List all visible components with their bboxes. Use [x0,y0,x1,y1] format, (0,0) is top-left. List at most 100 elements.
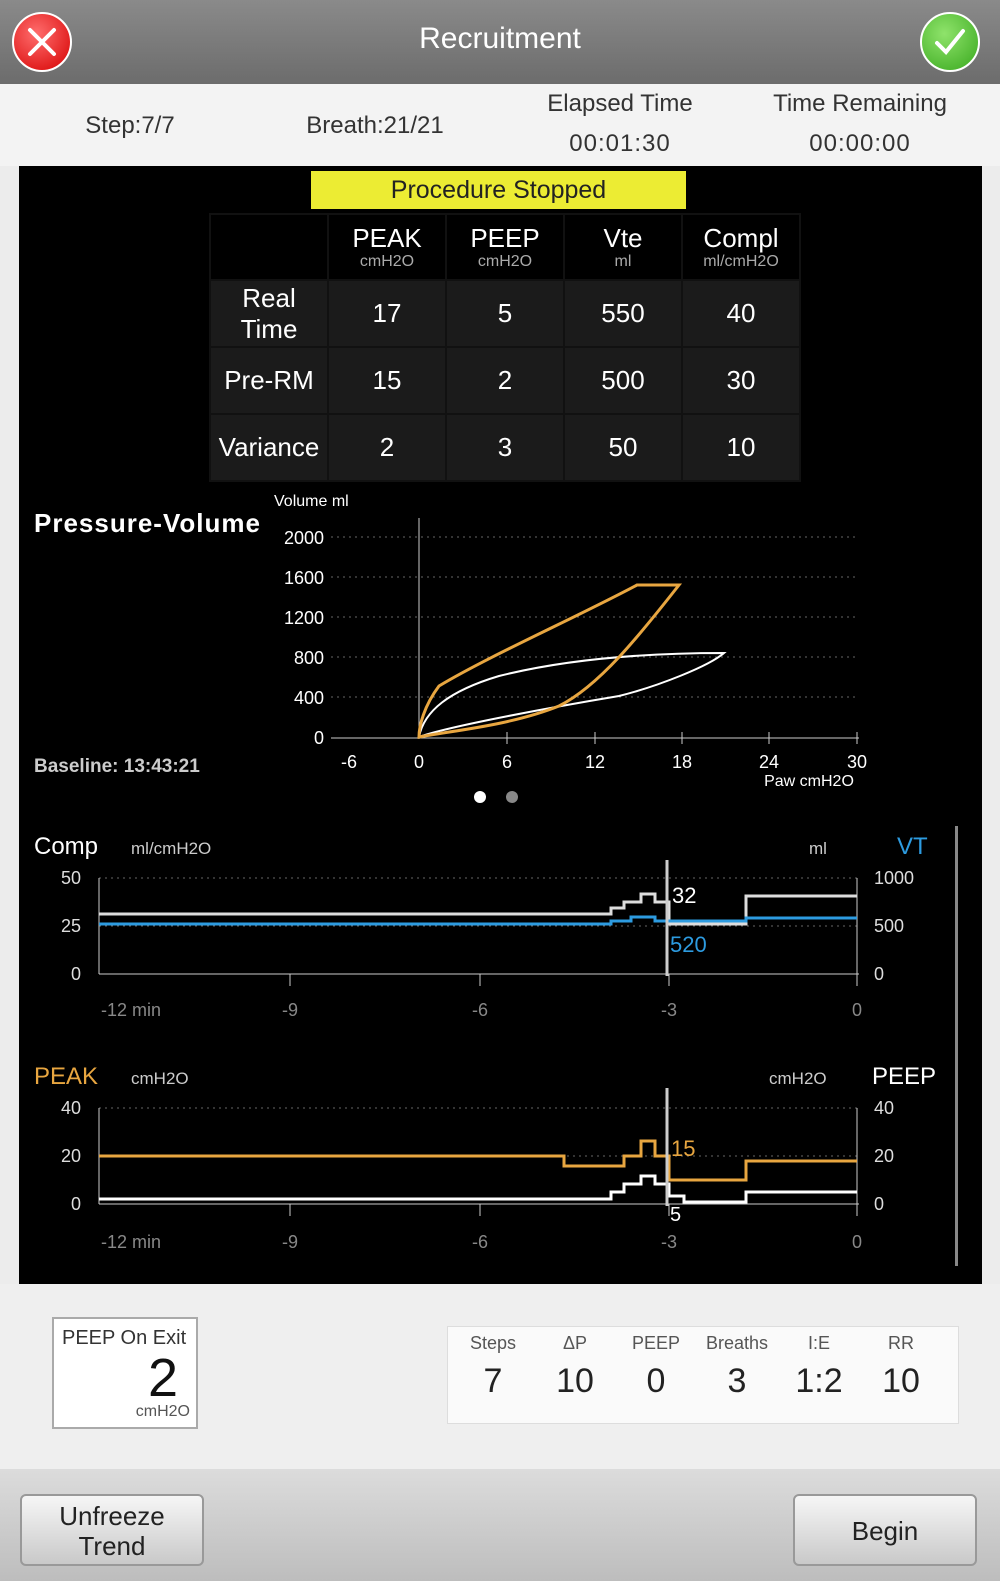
vt-right-ticks: 1000 500 0 [874,868,914,984]
setting-label: I:E [807,1333,830,1353]
peak-gridlines [99,1107,859,1157]
comp-tick: 25 [61,916,81,936]
time-remaining-label: Time Remaining [773,90,947,117]
peak-tick: 20 [61,1146,81,1166]
check-icon [935,29,965,55]
pv-loop-recruitment [417,583,683,739]
peak-tick: 0 [71,1194,81,1214]
peep-right-ticks: 40 20 0 [874,1098,894,1214]
page-dot[interactable] [506,791,518,803]
unfreeze-trend-button[interactable]: Unfreeze Trend [20,1494,204,1566]
peep-tick: 0 [874,1194,884,1214]
setting-label: Breaths [705,1333,769,1353]
peak-trend-line [99,1139,857,1182]
peep-trend-unit: cmH2O [769,1069,827,1088]
setting-rr: RR 10 [861,1333,941,1401]
pv-y-ticks: 2000 1600 1200 800 400 0 [284,528,324,748]
comp-x-tick: -12 min [101,1000,161,1020]
peak-x-tick: 0 [852,1232,862,1252]
pv-y-tick: 800 [294,648,324,668]
setting-peep: PEEP 0 [616,1333,696,1401]
peak-x-tick: -6 [472,1232,488,1252]
setting-label: RR [888,1333,914,1353]
peak-x-tick-marks [289,1204,858,1216]
comp-x-tick: -9 [282,1000,298,1020]
vt-cursor-value: 520 [670,932,707,957]
peep-tick: 20 [874,1146,894,1166]
page-title: Recruitment [419,22,581,55]
setting-value: 0 [646,1362,666,1400]
comp-x-ticks: -12 min -9 -6 -3 0 [101,1000,862,1020]
peep-trend-label: PEEP [872,1063,936,1090]
peep-on-exit-value: 2 [147,1348,178,1408]
comp-x-tick: 0 [852,1000,862,1020]
setting-value: 10 [556,1362,594,1400]
begin-button[interactable]: Begin [793,1494,977,1566]
comp-x-tick: -3 [661,1000,677,1020]
setting-label: Steps [469,1333,517,1353]
pv-y-tick: 0 [314,728,324,748]
recruitment-settings: Steps 7 ΔP 10 PEEP 0 Breaths 3 I:E 1:2 R… [447,1326,959,1424]
peep-on-exit-box[interactable]: PEEP On Exit 2 cmH2O [52,1317,198,1429]
vt-trend-unit: ml [809,839,827,858]
setting-breaths: Breaths 3 [697,1333,777,1401]
peak-x-tick: -9 [282,1232,298,1252]
setting-value: 1:2 [795,1362,843,1400]
pv-x-tick: 30 [847,752,867,772]
peak-x-tick: -12 min [101,1232,161,1252]
pv-gridlines [331,536,859,698]
pv-x-tick: 0 [414,752,424,772]
setting-steps: Steps 7 [453,1333,533,1401]
peak-x-ticks: -12 min -9 -6 -3 0 [101,1232,862,1252]
peak-left-ticks: 40 20 0 [61,1098,81,1214]
peak-tick: 40 [61,1098,81,1118]
peak-x-tick: -3 [661,1232,677,1252]
setting-label: ΔP [562,1333,588,1353]
comp-tick: 50 [61,868,81,888]
status-bar: Step:7/7 Breath:21/21 Elapsed Time 00:01… [0,84,1000,166]
pv-x-axis-label: Paw cmH2O [764,773,854,790]
pv-loop-current [417,651,727,739]
setting-label: PEEP [631,1333,681,1353]
setting-value: 3 [727,1362,747,1400]
pv-y-tick: 1200 [284,608,324,628]
setting-delta-p: ΔP 10 [535,1333,615,1401]
confirm-button[interactable] [920,12,980,72]
breath-counter: Breath:21/21 [306,112,444,139]
comp-trend-unit: ml/cmH2O [131,839,211,858]
pv-x-tick: 24 [759,752,779,772]
scrollbar[interactable] [955,826,958,1266]
vt-tick: 500 [874,916,904,936]
pv-x-tick: 18 [672,752,692,772]
peep-on-exit-unit: cmH2O [135,1403,190,1420]
pv-x-tick: 12 [585,752,605,772]
comp-x-tick: -6 [472,1000,488,1020]
vt-tick: 0 [874,964,884,984]
unfreeze-label-line2: Trend [78,1531,146,1561]
step-counter: Step:7/7 [85,112,175,139]
vt-tick: 1000 [874,868,914,888]
page-dot-active[interactable] [474,791,486,803]
vt-trend-label: VT [897,833,928,860]
elapsed-time-label: Elapsed Time [547,90,693,117]
comp-left-ticks: 50 25 0 [61,868,81,984]
peep-cursor-value: 5 [670,1204,681,1226]
comp-tick: 0 [71,964,81,984]
comp-cursor-value: 32 [672,883,696,908]
pv-y-axis-label: Volume ml [274,493,349,510]
main-panel: Procedure Stopped PEAK cmH2O PEEP cmH2O Vt… [19,166,982,1284]
unfreeze-label-line1: Unfreeze [59,1501,165,1531]
peep-tick: 40 [874,1098,894,1118]
comp-trend-label: Comp [34,833,98,860]
peak-cursor-value: 15 [671,1136,695,1161]
pv-x-tick: 6 [502,752,512,772]
time-remaining-value: 00:00:00 [809,130,911,157]
pv-x-ticks: -6 0 6 12 18 24 30 [341,752,867,772]
elapsed-time-value: 00:01:30 [569,130,671,157]
pv-x-tick: -6 [341,752,357,772]
comp-x-tick-marks [289,974,858,986]
setting-value: 10 [882,1362,920,1400]
charts-canvas: Volume ml 2000 1600 1200 800 400 0 -6 0 … [34,493,958,1266]
peak-trend-label: PEAK [34,1063,98,1090]
pv-y-tick: 400 [294,688,324,708]
